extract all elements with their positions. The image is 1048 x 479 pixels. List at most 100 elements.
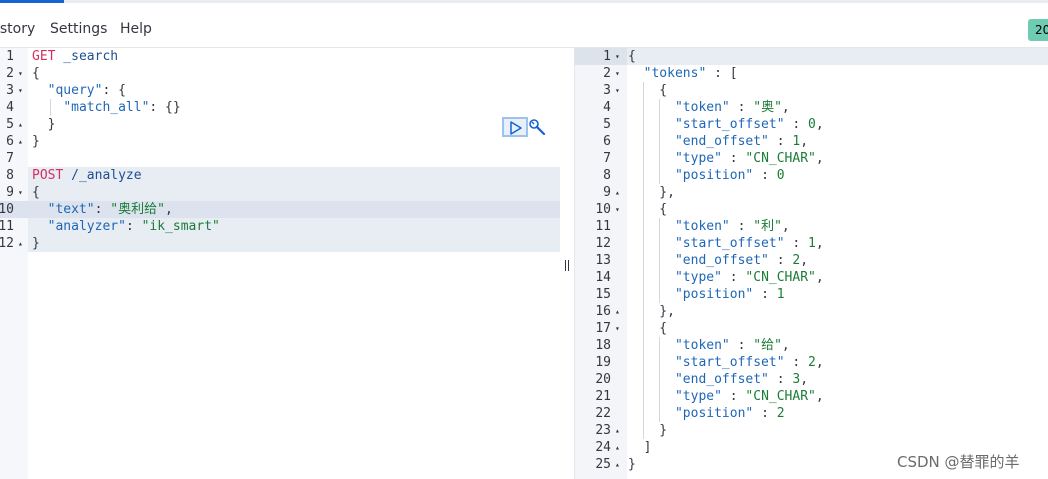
request-code-line[interactable]: GET _search (32, 48, 118, 65)
code-token: "start_offset" (674, 236, 785, 251)
code-token: : (729, 219, 754, 234)
pane-resize-handle[interactable] (561, 48, 575, 479)
request-code-line[interactable]: "text": "奥利给", (32, 201, 173, 218)
code-token: _search (55, 49, 119, 64)
line-number: 19 (595, 355, 611, 370)
code-token: , (815, 270, 824, 285)
request-code-line[interactable]: "query": { (32, 82, 126, 99)
code-token: "给" (753, 338, 782, 353)
response-code-line: } (628, 423, 668, 438)
code-token: , (800, 372, 809, 387)
code-token: 0 (776, 168, 785, 183)
response-code-line: "start_offset" : 1, (628, 235, 824, 252)
unfold-marker-icon[interactable]: ▴ (18, 116, 23, 133)
code-token: { (32, 185, 40, 200)
fold-toggle-icon[interactable]: ▾ (615, 320, 620, 337)
response-code-line: "end_offset" : 2, (628, 252, 808, 269)
code-token: , (781, 219, 790, 234)
fold-toggle-icon[interactable]: ▾ (615, 82, 620, 99)
response-code-line: { (628, 202, 668, 217)
fold-toggle-icon[interactable]: ▾ (18, 82, 23, 99)
code-token: "position" (674, 168, 754, 183)
unfold-marker-icon[interactable]: ▴ (18, 133, 23, 150)
send-request-button[interactable] (502, 117, 528, 137)
fold-toggle-icon[interactable]: ▾ (615, 65, 620, 82)
fold-toggle-icon[interactable]: ▾ (18, 65, 23, 82)
unfold-marker-icon[interactable]: ▴ (18, 235, 23, 252)
unfold-marker-icon[interactable]: ▴ (615, 184, 620, 201)
request-code-line[interactable]: } (32, 235, 40, 252)
request-code-line[interactable]: "analyzer": "ik_smart" (32, 218, 220, 235)
request-options-button[interactable] (528, 118, 546, 136)
unfold-marker-icon[interactable]: ▴ (615, 303, 620, 320)
resize-handle-icon-bar (568, 260, 569, 271)
code-token: : (753, 287, 777, 302)
request-editor[interactable]: 1 GET _search 2 ▾{3 ▾ "query": {4 "match_all… (0, 48, 561, 479)
code-token: 1 (776, 287, 785, 302)
response-code-line: "token" : "给", (628, 337, 790, 354)
wrench-icon (529, 119, 546, 136)
line-number: 21 (595, 389, 611, 404)
line-number: 10 (0, 202, 14, 217)
line-number: 5 (6, 117, 14, 132)
code-token: "token" (674, 219, 730, 234)
code-token: : (768, 372, 793, 387)
code-token: , (164, 202, 173, 217)
line-number: 8 (603, 168, 611, 183)
status-badge: 20 (1028, 19, 1048, 41)
code-token: "start_offset" (674, 355, 785, 370)
code-token: , (815, 117, 824, 132)
response-code-line: }, (628, 185, 675, 200)
fold-toggle-icon[interactable]: ▾ (615, 48, 620, 65)
unfold-marker-icon[interactable]: ▴ (615, 456, 620, 473)
menu-help[interactable]: Help (120, 20, 152, 38)
request-code-line[interactable]: { (32, 184, 40, 201)
line-number: 20 (595, 372, 611, 387)
line-number: 16 (595, 304, 611, 319)
code-token: } (32, 134, 40, 149)
watermark: CSDN @替罪的羊 (897, 453, 1020, 471)
line-number: 22 (595, 406, 611, 421)
request-code-line[interactable]: { (32, 65, 40, 82)
code-token: : (768, 134, 793, 149)
unfold-marker-icon[interactable]: ▴ (615, 439, 620, 456)
response-code-line: "start_offset" : 0, (628, 116, 824, 133)
code-token: "CN_CHAR" (745, 151, 816, 166)
request-code-line[interactable]: POST /_analyze (32, 167, 142, 184)
response-active-line (627, 48, 1048, 65)
code-token: "end_offset" (674, 253, 769, 268)
request-code-line[interactable]: } (32, 116, 56, 133)
line-number: 11 (595, 219, 611, 234)
line-number: 3 (6, 83, 14, 98)
code-token: "奥利给" (110, 202, 165, 217)
menu-settings[interactable]: Settings (50, 20, 107, 38)
response-viewer[interactable]: 1 ▾{2 ▾ "tokens" : [3 ▾ {4 "token" : "奥", 5 … (575, 48, 1048, 479)
response-code-line: { (628, 83, 668, 98)
code-token: : (706, 66, 730, 81)
response-code-line: "tokens" : [ (628, 65, 738, 82)
request-code-line[interactable]: "match_all": {} (32, 99, 180, 116)
code-token: : (721, 389, 746, 404)
request-code-line[interactable]: } (32, 133, 40, 150)
fold-toggle-icon[interactable]: ▾ (615, 201, 620, 218)
code-token: "match_all" (63, 100, 150, 115)
line-number: 2 (603, 66, 611, 81)
code-token: "ik_smart" (141, 219, 220, 234)
code-token: , (781, 100, 790, 115)
fold-toggle-icon[interactable]: ▾ (18, 184, 23, 201)
code-token: , (781, 338, 790, 353)
line-number: 25 (595, 457, 611, 472)
response-code-line: "token" : "奥", (628, 99, 790, 116)
unfold-marker-icon[interactable]: ▴ (615, 422, 620, 439)
console-menu-bar: istory Settings Help 20 (0, 3, 1048, 48)
menu-history[interactable]: istory (0, 20, 35, 38)
